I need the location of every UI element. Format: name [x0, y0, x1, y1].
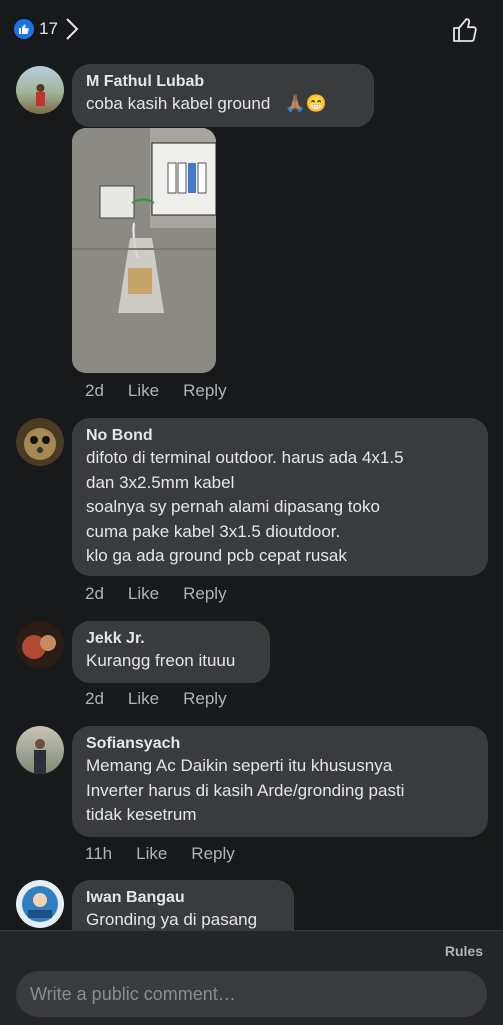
reactions-bar: 17 — [0, 0, 503, 58]
emoji: 🙏🏽😁 — [284, 94, 327, 113]
avatar[interactable] — [16, 418, 64, 466]
comment-composer: Rules — [0, 930, 503, 1025]
avatar[interactable] — [16, 726, 64, 774]
like-button[interactable]: Like — [136, 844, 167, 864]
comment-bubble: M Fathul Lubab coba kasih kabel ground 🙏… — [72, 64, 374, 127]
like-button[interactable]: Like — [128, 689, 159, 709]
reaction-count[interactable]: 17 — [39, 19, 58, 39]
comment-text: coba kasih kabel ground 🙏🏽😁 — [86, 92, 360, 117]
comment-author[interactable]: No Bond — [86, 426, 474, 446]
comment-bubble: Sofiansyach Memang Ac Daikin seperti itu… — [72, 726, 488, 837]
comment-timestamp[interactable]: 2d — [85, 381, 104, 401]
chevron-right-icon[interactable] — [64, 16, 80, 42]
avatar[interactable] — [16, 66, 64, 114]
like-button[interactable]: Like — [128, 381, 159, 401]
comment-actions: 2d Like Reply — [85, 584, 251, 604]
comment-author[interactable]: M Fathul Lubab — [86, 72, 360, 92]
rules-link[interactable]: Rules — [445, 943, 483, 959]
comment-bubble: No Bond difoto di terminal outdoor. haru… — [72, 418, 488, 576]
reply-button[interactable]: Reply — [183, 689, 226, 709]
comment-actions: 2d Like Reply — [85, 381, 251, 401]
reply-button[interactable]: Reply — [183, 381, 226, 401]
avatar[interactable] — [16, 880, 64, 928]
comment-text: Gronding ya di pasang — [86, 910, 258, 929]
comment-author[interactable]: Sofiansyach — [86, 734, 474, 754]
comment-input[interactable] — [16, 971, 487, 1017]
comment-actions: 11h Like Reply — [85, 844, 259, 864]
comment-photo[interactable] — [72, 128, 216, 373]
like-button[interactable]: Like — [128, 584, 159, 604]
comment-text: Memang Ac Daikin seperti itu khususnya I… — [86, 756, 405, 824]
comment-text: Kurangg freon ituuu — [86, 651, 236, 670]
comment-text-body: coba kasih kabel ground — [86, 94, 271, 113]
comment-timestamp[interactable]: 11h — [85, 844, 112, 864]
avatar[interactable] — [16, 621, 64, 669]
comment-timestamp[interactable]: 2d — [85, 689, 104, 709]
comment-author[interactable]: Iwan Bangau — [86, 888, 280, 908]
comment-actions: 2d Like Reply — [85, 689, 251, 709]
like-outline-icon[interactable] — [451, 16, 479, 44]
comment-bubble: Jekk Jr. Kurangg freon ituuu — [72, 621, 270, 683]
reply-button[interactable]: Reply — [183, 584, 226, 604]
comment-timestamp[interactable]: 2d — [85, 584, 104, 604]
like-reaction-icon[interactable] — [14, 19, 34, 39]
comment-text: difoto di terminal outdoor. harus ada 4x… — [86, 448, 404, 565]
reply-button[interactable]: Reply — [191, 844, 234, 864]
comment-author[interactable]: Jekk Jr. — [86, 629, 256, 649]
